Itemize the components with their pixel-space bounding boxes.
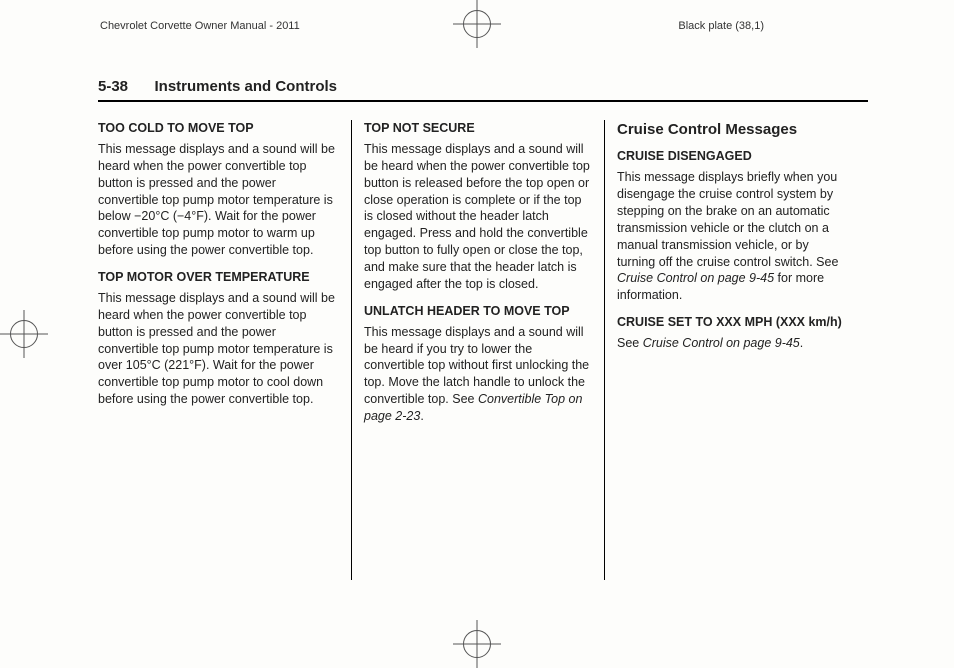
heading-cruise-control-messages: Cruise Control Messages [617,120,845,140]
heading-cruise-disengaged: CRUISE DISENGAGED [617,148,845,165]
heading-top-motor-over-temp: TOP MOTOR OVER TEMPERATURE [98,269,339,286]
page-content: 5-38 Instruments and Controls TOO COLD T… [98,78,868,580]
section-title: Instruments and Controls [154,78,337,95]
text-span: . [420,409,423,423]
heading-too-cold: TOO COLD TO MOVE TOP [98,120,339,137]
text-span: See [617,336,643,350]
cross-reference: Cruise Control on page 9‑45 [617,271,774,285]
body-text: This message displays briefly when you d… [617,169,845,304]
columns: TOO COLD TO MOVE TOP This message displa… [98,120,868,580]
manual-title: Chevrolet Corvette Owner Manual - 2011 [100,20,300,32]
body-text: This message displays and a sound will b… [364,324,592,425]
column-3: Cruise Control Messages CRUISE DISENGAGE… [604,120,857,580]
page-header: 5-38 Instruments and Controls [98,78,868,102]
heading-top-not-secure: TOP NOT SECURE [364,120,592,137]
body-text: This message displays and a sound will b… [98,141,339,259]
body-text: This message displays and a sound will b… [364,141,592,293]
plate-label: Black plate (38,1) [678,20,764,32]
column-2: TOP NOT SECURE This message displays and… [351,120,604,580]
text-span: This message displays briefly when you d… [617,170,838,268]
body-text: See Cruise Control on page 9‑45. [617,335,845,352]
cross-reference: Cruise Control on page 9‑45 [643,336,800,350]
text-span: . [800,336,803,350]
heading-unlatch-header: UNLATCH HEADER TO MOVE TOP [364,303,592,320]
body-text: This message displays and a sound will b… [98,290,339,408]
column-1: TOO COLD TO MOVE TOP This message displa… [98,120,351,580]
page-number: 5-38 [98,78,128,95]
heading-cruise-set: CRUISE SET TO XXX MPH (XXX km/h) [617,314,845,331]
